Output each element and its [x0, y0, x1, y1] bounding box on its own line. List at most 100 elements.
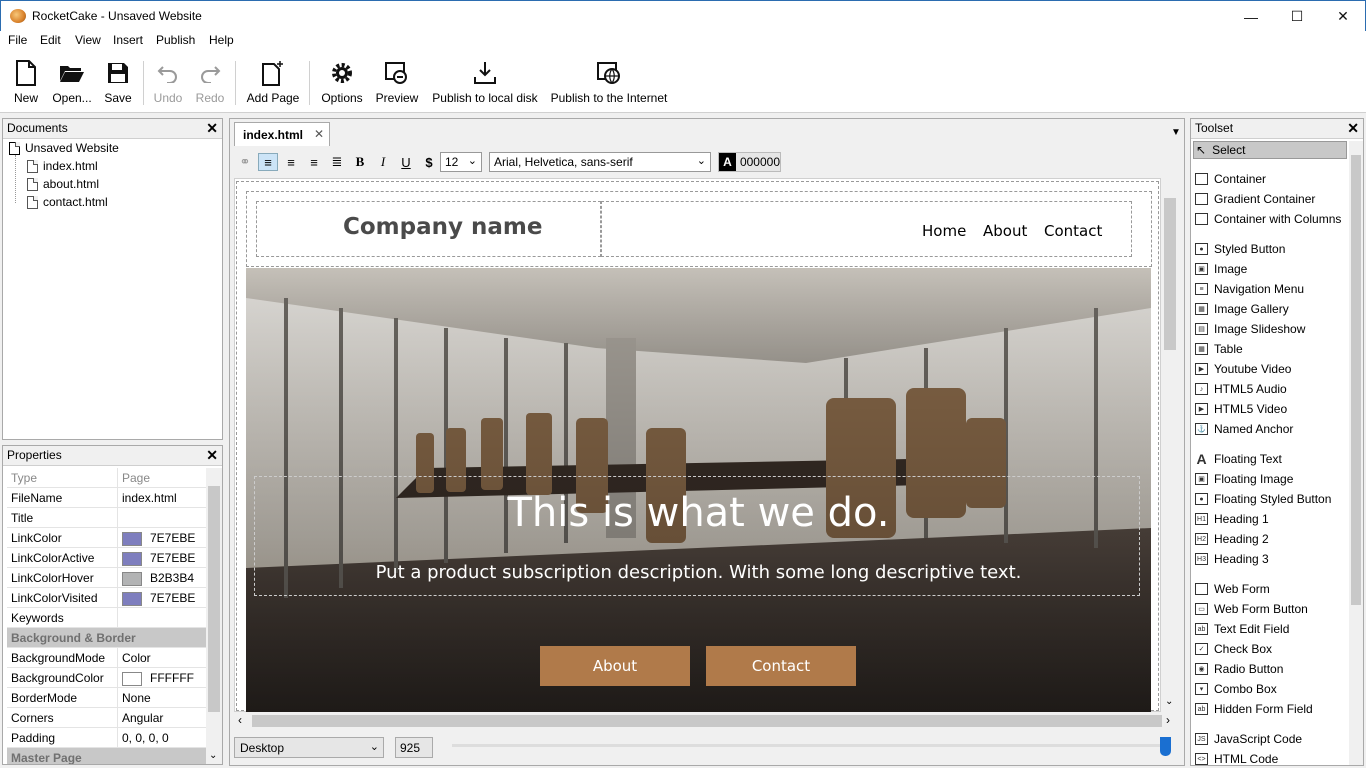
tree-file[interactable]: contact.html: [27, 195, 108, 209]
tab-index-html[interactable]: index.html ✕: [234, 122, 330, 146]
property-row[interactable]: Title: [7, 508, 206, 528]
logo-container[interactable]: Company name: [256, 201, 601, 257]
close-button[interactable]: ✕: [1320, 1, 1366, 32]
font-size-select[interactable]: 12 ⌄: [440, 152, 482, 172]
tree-file[interactable]: about.html: [27, 177, 99, 191]
menu-help[interactable]: Help: [209, 33, 234, 47]
canvas-vertical-scrollbar[interactable]: ⌄: [1161, 180, 1179, 712]
color-swatch[interactable]: [122, 671, 142, 686]
tool-gradient-container[interactable]: Gradient Container: [1195, 192, 1315, 206]
nav-link-home[interactable]: Home: [922, 222, 966, 240]
tool-floating-styled-button[interactable]: ● Floating Styled Button: [1195, 492, 1331, 506]
menu-file[interactable]: File: [8, 33, 27, 47]
tool-javascript-code[interactable]: JS JavaScript Code: [1195, 732, 1302, 746]
menu-publish[interactable]: Publish: [156, 33, 195, 47]
tool-select[interactable]: ↖ Select: [1193, 141, 1347, 159]
tool-html-code[interactable]: <> HTML Code: [1195, 752, 1278, 766]
tool-heading-3[interactable]: H3 Heading 3: [1195, 552, 1269, 566]
maximize-button[interactable]: ☐: [1274, 1, 1320, 32]
tool-image-gallery[interactable]: ▦ Image Gallery: [1195, 302, 1289, 316]
about-button[interactable]: About: [540, 646, 690, 686]
color-swatch[interactable]: [122, 531, 142, 546]
chevron-left-icon[interactable]: ‹: [238, 713, 242, 727]
save-button[interactable]: Save: [102, 59, 134, 109]
property-row[interactable]: LinkColorActive 7E7EBE: [7, 548, 206, 568]
italic-button[interactable]: I: [373, 153, 393, 171]
text-color-picker[interactable]: A 000000: [718, 152, 781, 172]
new-button[interactable]: New: [8, 59, 44, 109]
tool-heading-2[interactable]: H2 Heading 2: [1195, 532, 1269, 546]
property-row[interactable]: LinkColor 7E7EBE: [7, 528, 206, 548]
tree-root[interactable]: Unsaved Website: [9, 141, 119, 155]
tool-web-form[interactable]: Web Form: [1195, 582, 1270, 596]
property-row[interactable]: Corners Angular: [7, 708, 206, 728]
tool-floating-text[interactable]: A Floating Text: [1195, 452, 1282, 466]
nav-link-contact[interactable]: Contact: [1044, 222, 1102, 240]
page-width-field[interactable]: 925: [395, 737, 433, 758]
scrollbar-thumb[interactable]: [252, 715, 1162, 727]
company-name[interactable]: Company name: [343, 214, 542, 240]
tool-named-anchor[interactable]: ⚓ Named Anchor: [1195, 422, 1293, 436]
tool-text-edit-field[interactable]: ab Text Edit Field: [1195, 622, 1289, 636]
property-row[interactable]: FileName index.html: [7, 488, 206, 508]
device-select[interactable]: Desktop ⌄: [234, 737, 384, 758]
chevron-down-icon[interactable]: ⌄: [209, 750, 217, 761]
close-icon[interactable]: ✕: [206, 447, 218, 464]
tool-container[interactable]: Container: [1195, 172, 1266, 186]
justify-button[interactable]: ≣: [327, 153, 347, 171]
toolset-scrollbar[interactable]: [1349, 141, 1363, 765]
tool-combo-box[interactable]: ▾ Combo Box: [1195, 682, 1277, 696]
strike-dollar-button[interactable]: $: [419, 153, 439, 171]
bold-button[interactable]: B: [350, 153, 370, 171]
undo-button[interactable]: Undo: [151, 59, 185, 109]
close-icon[interactable]: ✕: [206, 120, 218, 137]
nav-container[interactable]: Home About Contact: [601, 201, 1132, 257]
link-icon[interactable]: ⚭: [235, 153, 255, 171]
tool-heading-1[interactable]: H1 Heading 1: [1195, 512, 1269, 526]
menu-insert[interactable]: Insert: [113, 33, 143, 47]
tool-table[interactable]: ▦ Table: [1195, 342, 1243, 356]
property-row[interactable]: LinkColorVisited 7E7EBE: [7, 588, 206, 608]
width-slider-thumb[interactable]: [1160, 737, 1171, 756]
tool-radio-button[interactable]: ◉ Radio Button: [1195, 662, 1283, 676]
color-swatch[interactable]: [122, 551, 142, 566]
add-page-button[interactable]: Add Page: [244, 59, 302, 109]
property-row[interactable]: BorderMode None: [7, 688, 206, 708]
tool-image[interactable]: ▣ Image: [1195, 262, 1247, 276]
tab-list-dropdown-icon[interactable]: ▼: [1171, 127, 1181, 138]
scrollbar-thumb[interactable]: [1164, 198, 1176, 350]
tool-container-with-columns[interactable]: Container with Columns: [1195, 212, 1341, 226]
property-row[interactable]: LinkColorHover B2B3B4: [7, 568, 206, 588]
align-center-button[interactable]: ≡: [281, 153, 301, 171]
color-swatch[interactable]: [122, 571, 142, 586]
scrollbar-thumb[interactable]: [208, 486, 220, 712]
contact-button[interactable]: Contact: [706, 646, 856, 686]
menu-view[interactable]: View: [75, 33, 101, 47]
tree-file[interactable]: index.html: [27, 159, 98, 173]
color-swatch[interactable]: [122, 591, 142, 606]
align-left-button[interactable]: ≡: [258, 153, 278, 171]
nav-link-about[interactable]: About: [983, 222, 1027, 240]
redo-button[interactable]: Redo: [193, 59, 227, 109]
properties-scrollbar[interactable]: ⌄: [206, 468, 222, 764]
tool-html5-video[interactable]: ▶ HTML5 Video: [1195, 402, 1287, 416]
hero-subtitle[interactable]: Put a product subscription description. …: [246, 562, 1151, 583]
scrollbar-thumb[interactable]: [1351, 155, 1361, 605]
property-row[interactable]: BackgroundMode Color: [7, 648, 206, 668]
tool-navigation-menu[interactable]: ≡ Navigation Menu: [1195, 282, 1304, 296]
chevron-right-icon[interactable]: ›: [1166, 713, 1170, 727]
tool-hidden-form-field[interactable]: ab Hidden Form Field: [1195, 702, 1313, 716]
align-right-button[interactable]: ≡: [304, 153, 324, 171]
width-slider-track[interactable]: [452, 744, 1162, 747]
hero-container[interactable]: This is what we do. Put a product subscr…: [246, 268, 1151, 712]
close-icon[interactable]: ✕: [314, 127, 324, 141]
minimize-button[interactable]: —: [1228, 1, 1274, 32]
preview-button[interactable]: Preview: [374, 59, 420, 109]
tool-web-form-button[interactable]: ▭ Web Form Button: [1195, 602, 1308, 616]
menu-edit[interactable]: Edit: [40, 33, 61, 47]
property-row[interactable]: Keywords: [7, 608, 206, 628]
property-row[interactable]: Padding 0, 0, 0, 0: [7, 728, 206, 748]
publish-local-button[interactable]: Publish to local disk: [430, 59, 540, 109]
property-section[interactable]: Background & Border: [7, 628, 206, 648]
underline-button[interactable]: U: [396, 153, 416, 171]
